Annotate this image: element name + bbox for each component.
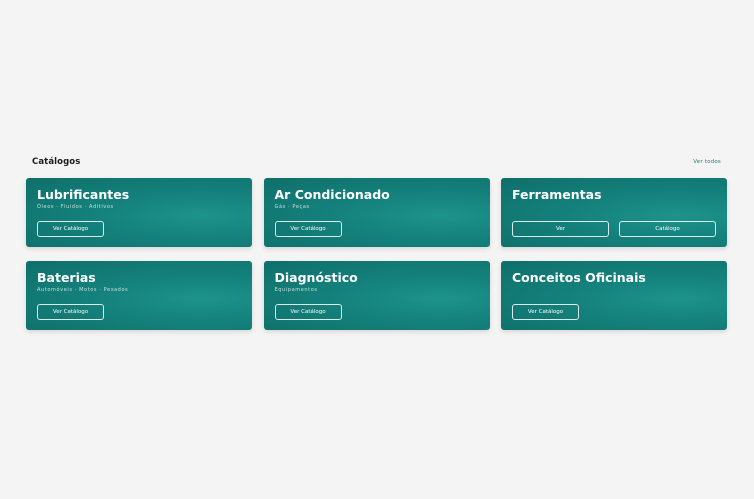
card-subtitle: Óleos · Fluidos · Aditivos	[37, 204, 114, 210]
catalog-card-conceitos-oficinais[interactable]: Conceitos Oficinais Ver Catálogo	[501, 261, 727, 330]
view-catalog-button[interactable]: Ver Catálogo	[512, 304, 579, 320]
card-title: Ferramentas	[512, 187, 602, 202]
card-title: Ar Condicionado	[274, 187, 390, 202]
card-title: Baterias	[37, 270, 96, 285]
card-subtitle: Automóveis · Motos · Pesados	[37, 287, 129, 293]
catalog-card-ferramentas[interactable]: Ferramentas Ver Catálogo	[501, 178, 727, 247]
card-title: Diagnóstico	[274, 270, 358, 285]
catalog-card-lubrificantes[interactable]: Lubrificantes Óleos · Fluidos · Aditivos…	[26, 178, 252, 247]
ferramentas-right-button[interactable]: Catálogo	[619, 221, 716, 237]
catalog-card-baterias[interactable]: Baterias Automóveis · Motos · Pesados Ve…	[26, 261, 252, 330]
card-subtitle	[512, 287, 716, 294]
ferramentas-left-button[interactable]: Ver	[512, 221, 609, 237]
view-catalog-button[interactable]: Ver Catálogo	[37, 221, 104, 237]
card-subtitle: Gás · Peças	[274, 204, 310, 210]
card-title: Lubrificantes	[37, 187, 130, 202]
card-subtitle: Equipamentos	[274, 287, 318, 293]
card-title: Conceitos Oficinais	[512, 270, 646, 285]
view-catalog-button[interactable]: Ver Catálogo	[274, 221, 342, 237]
catalogs-section: Catálogos Ver todos Lubrificantes Óleos …	[26, 153, 727, 330]
see-all-link[interactable]: Ver todos	[693, 159, 721, 165]
catalog-card-diagnostico[interactable]: Diagnóstico Equipamentos Ver Catálogo	[263, 261, 490, 330]
catalog-card-ar-condicionado[interactable]: Ar Condicionado Gás · Peças Ver Catálogo	[263, 178, 490, 247]
catalog-grid: Lubrificantes Óleos · Fluidos · Aditivos…	[26, 178, 727, 330]
section-header: Catálogos Ver todos	[26, 153, 727, 171]
section-title: Catálogos	[32, 157, 81, 167]
view-catalog-button[interactable]: Ver Catálogo	[37, 304, 104, 320]
view-catalog-button[interactable]: Ver Catálogo	[274, 304, 342, 320]
card-subtitle	[512, 204, 716, 211]
